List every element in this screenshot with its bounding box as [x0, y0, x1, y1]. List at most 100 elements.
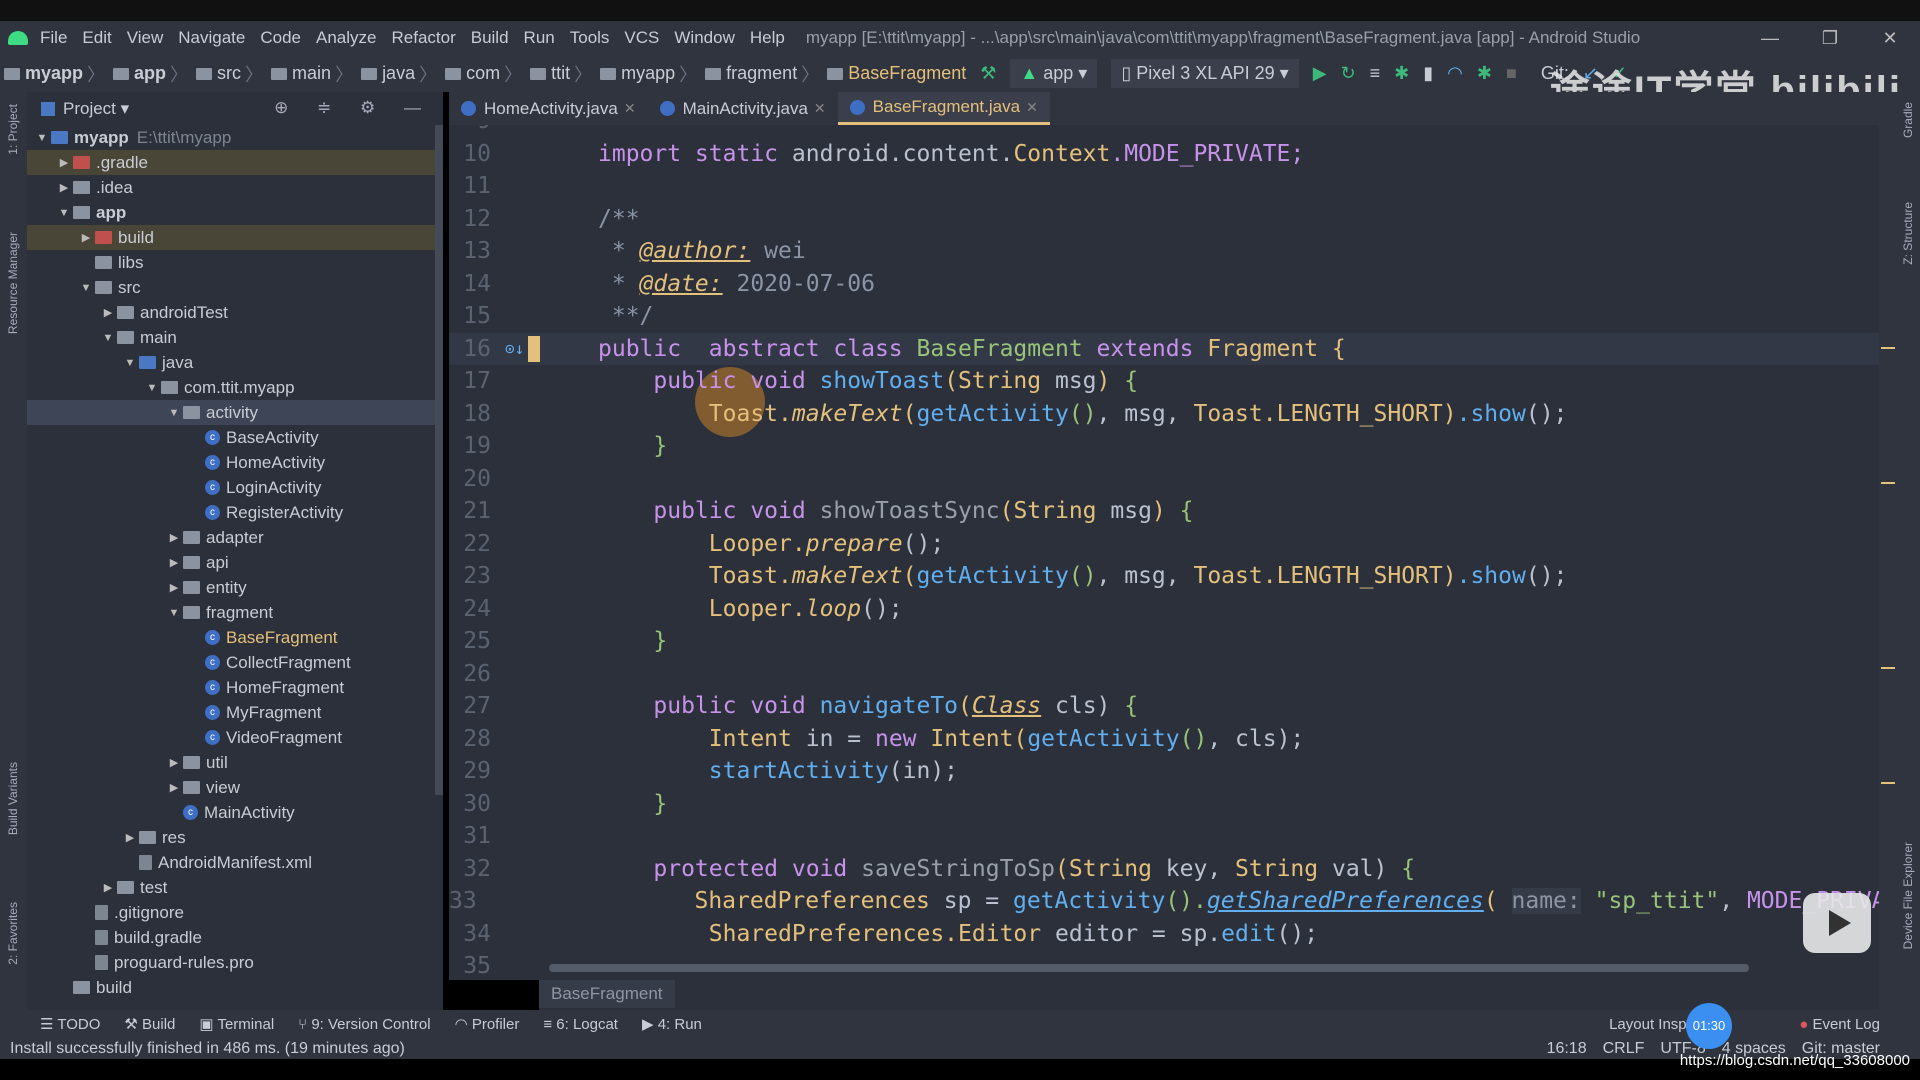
expand-arrow-icon[interactable]: ▼	[165, 407, 183, 419]
expand-arrow-icon[interactable]: ▼	[33, 132, 51, 144]
expand-arrow-icon[interactable]: ▶	[165, 556, 183, 569]
tree-item[interactable]: libs	[27, 250, 443, 275]
apply-code-icon[interactable]: ≡	[1370, 63, 1381, 84]
expand-arrow-icon[interactable]: ▼	[121, 357, 139, 369]
tree-item[interactable]: c BaseActivity	[27, 425, 443, 450]
close-tab-icon[interactable]: ✕	[1026, 99, 1038, 116]
expand-arrow-icon[interactable]: ▶	[121, 831, 139, 844]
close-tab-icon[interactable]: ✕	[814, 100, 826, 117]
close-tab-icon[interactable]: ✕	[624, 100, 636, 117]
tree-item[interactable]: ▶ util	[27, 750, 443, 775]
error-stripe-marker[interactable]	[1881, 482, 1895, 484]
breadcrumb-item[interactable]: myapp	[25, 63, 83, 84]
expand-arrow-icon[interactable]: ▶	[165, 531, 183, 544]
project-tools[interactable]: ⊕ ≑ ⚙ —	[274, 98, 433, 118]
bookmark-marker[interactable]	[528, 335, 540, 362]
error-stripe-marker[interactable]	[1881, 667, 1895, 669]
breadcrumb-item[interactable]: myapp	[621, 63, 675, 84]
menu-file[interactable]: File	[40, 28, 67, 48]
tool-resource-manager[interactable]: Resource Manager	[6, 232, 20, 334]
expand-arrow-icon[interactable]: ▼	[55, 207, 73, 219]
minimize-button[interactable]: —	[1740, 21, 1800, 55]
hammer-icon[interactable]: ⚒	[980, 63, 996, 84]
tree-item[interactable]: ▶ androidTest	[27, 300, 443, 325]
video-play-icon[interactable]	[1803, 893, 1871, 953]
expand-arrow-icon[interactable]: ▶	[99, 881, 117, 894]
breadcrumb-item[interactable]: ttit	[551, 63, 570, 84]
expand-arrow-icon[interactable]: ▼	[99, 332, 117, 344]
tool-build[interactable]: ⚒ Build	[124, 1015, 175, 1033]
menu-edit[interactable]: Edit	[82, 28, 111, 48]
tool-event-log[interactable]: ● Event Log	[1799, 1016, 1880, 1033]
tree-item[interactable]: build	[27, 975, 443, 1000]
tree-item[interactable]: ▶ .gradle	[27, 150, 443, 175]
expand-arrow-icon[interactable]: ▼	[77, 282, 95, 294]
tree-item[interactable]: ▶ entity	[27, 575, 443, 600]
tab-homeactivity[interactable]: HomeActivity.java ✕	[449, 92, 648, 125]
menu-vcs[interactable]: VCS	[624, 28, 659, 48]
caret-position[interactable]: 16:18	[1547, 1038, 1587, 1059]
menu-refactor[interactable]: Refactor	[391, 28, 455, 48]
breadcrumb-item[interactable]: com	[466, 63, 500, 84]
tree-item[interactable]: c HomeFragment	[27, 675, 443, 700]
tree-item[interactable]: ▶ adapter	[27, 525, 443, 550]
stop-icon[interactable]: ■	[1506, 63, 1517, 84]
tree-item[interactable]: ▼ activity	[27, 400, 443, 425]
tool-run[interactable]: ▶ 4: Run	[642, 1015, 702, 1033]
tool-profiler[interactable]: ◠ Profiler	[455, 1015, 520, 1033]
profile-icon[interactable]: ◠	[1447, 63, 1463, 84]
code-editor[interactable]: 9 10 import static android.content.Context…	[449, 125, 1879, 980]
tree-item[interactable]: ▼ myapp E:\ttit\myapp	[27, 125, 443, 150]
breadcrumb-item[interactable]: main	[292, 63, 331, 84]
menu-navigate[interactable]: Navigate	[178, 28, 245, 48]
expand-arrow-icon[interactable]: ▶	[165, 581, 183, 594]
expand-arrow-icon[interactable]: ▶	[55, 181, 73, 194]
tree-item[interactable]: c HomeActivity	[27, 450, 443, 475]
breadcrumb-item[interactable]: app	[134, 63, 166, 84]
tool-favorites[interactable]: 2: Favorites	[6, 902, 20, 965]
tree-item[interactable]: build.gradle	[27, 925, 443, 950]
tree-item[interactable]: ▼ main	[27, 325, 443, 350]
project-view-select[interactable]: Project	[63, 99, 116, 119]
tree-item[interactable]: AndroidManifest.xml	[27, 850, 443, 875]
line-separator[interactable]: CRLF	[1603, 1038, 1645, 1059]
menu-tools[interactable]: Tools	[570, 28, 610, 48]
tool-todo[interactable]: ☰ TODO	[40, 1015, 100, 1033]
tree-item[interactable]: ▶ .idea	[27, 175, 443, 200]
breadcrumb-item[interactable]: java	[382, 63, 415, 84]
error-stripe-marker[interactable]	[1881, 782, 1895, 784]
menu-build[interactable]: Build	[471, 28, 509, 48]
expand-arrow-icon[interactable]: ▶	[77, 231, 95, 244]
tree-item[interactable]: proguard-rules.pro	[27, 950, 443, 975]
expand-arrow-icon[interactable]: ▼	[143, 382, 161, 394]
run-config-select[interactable]: ▲ app ▾	[1010, 59, 1098, 88]
tree-item[interactable]: c CollectFragment	[27, 650, 443, 675]
tree-item[interactable]: c LoginActivity	[27, 475, 443, 500]
tree-item[interactable]: c RegisterActivity	[27, 500, 443, 525]
editor-breadcrumb[interactable]: BaseFragment	[539, 980, 675, 1008]
close-button[interactable]: ✕	[1860, 21, 1920, 55]
apply-changes-icon[interactable]: ↻	[1341, 63, 1356, 84]
tree-item[interactable]: ▼ fragment	[27, 600, 443, 625]
menu-analyze[interactable]: Analyze	[316, 28, 376, 48]
tree-item[interactable]: ▶ test	[27, 875, 443, 900]
tree-item[interactable]: ▶ res	[27, 825, 443, 850]
tool-terminal[interactable]: ▣ Terminal	[199, 1015, 274, 1033]
menu-view[interactable]: View	[127, 28, 164, 48]
tool-structure[interactable]: Z: Structure	[1901, 202, 1915, 265]
tree-item[interactable]: ▼ java	[27, 350, 443, 375]
tree-item[interactable]: ▼ com.ttit.myapp	[27, 375, 443, 400]
tab-mainactivity[interactable]: MainActivity.java ✕	[648, 92, 838, 125]
menu-window[interactable]: Window	[674, 28, 734, 48]
tool-version-control[interactable]: ⑂ 9: Version Control	[298, 1016, 430, 1033]
breadcrumb-item[interactable]: src	[217, 63, 241, 84]
debugger-attach-icon[interactable]: ✱	[1477, 63, 1492, 84]
debug-icon[interactable]: ✱	[1394, 63, 1409, 84]
tree-item[interactable]: ▶ view	[27, 775, 443, 800]
tool-project[interactable]: 1: Project	[6, 104, 20, 155]
tree-item[interactable]: c MyFragment	[27, 700, 443, 725]
menu-run[interactable]: Run	[524, 28, 555, 48]
override-gutter-icon[interactable]: ⊙↓	[505, 339, 524, 358]
tree-item[interactable]: ▼ src	[27, 275, 443, 300]
tree-item[interactable]: c BaseFragment	[27, 625, 443, 650]
